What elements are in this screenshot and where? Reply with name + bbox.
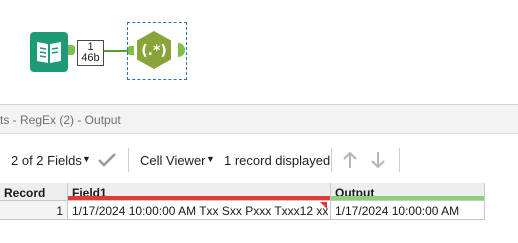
checkmark-icon[interactable] — [98, 153, 116, 167]
arrow-up-icon[interactable] — [342, 151, 358, 169]
column-header-record[interactable]: Record — [0, 183, 68, 201]
regex-hexagon-icon: (.*) — [137, 31, 171, 69]
results-toolbar: 2 of 2 Fields ▼ Cell Viewer ▼ 1 record d… — [0, 134, 518, 182]
connection-line[interactable] — [104, 50, 128, 52]
fields-selector-button[interactable]: 2 of 2 Fields — [11, 153, 82, 168]
connection-size: 46b — [81, 52, 100, 64]
column-header-label: Record — [4, 186, 46, 200]
table-row-record: 1 — [0, 201, 68, 220]
table-cell-output[interactable]: 1/17/2024 10:00:00 AM — [331, 201, 485, 220]
regex-tool[interactable]: (.*) — [134, 30, 174, 70]
table-cell-field1[interactable]: 1/17/2024 10:00:00 AM Txx Sxx Pxxx Txxx1… — [68, 201, 331, 220]
results-title-text: ts - RegEx (2) - Output — [0, 113, 121, 127]
results-pane-title: ts - RegEx (2) - Output — [0, 104, 518, 134]
toolbar-divider — [399, 148, 400, 172]
connection-record-count: 1 46b — [77, 40, 104, 66]
regex-glyph: (.*) — [141, 43, 166, 59]
toolbar-divider — [331, 148, 332, 172]
input-output-anchor[interactable] — [68, 45, 75, 55]
results-grid: Record Field1 Output 1 1/17/2024 10:00:0… — [0, 182, 518, 243]
cell-viewer-button[interactable]: Cell Viewer — [140, 153, 206, 168]
toolbar-divider — [128, 148, 129, 172]
arrow-down-icon[interactable] — [370, 151, 386, 169]
book-input-icon — [30, 32, 68, 72]
field1-status-bar — [68, 196, 330, 200]
chevron-down-icon[interactable]: ▼ — [82, 154, 91, 164]
chevron-down-icon[interactable]: ▼ — [206, 154, 215, 164]
output-status-bar — [331, 196, 484, 200]
cell-changed-flag — [320, 202, 327, 209]
records-displayed-label: 1 record displayed — [224, 153, 331, 168]
workflow-canvas[interactable]: 1 46b (.*) — [0, 0, 518, 100]
input-data-tool[interactable] — [30, 32, 68, 72]
